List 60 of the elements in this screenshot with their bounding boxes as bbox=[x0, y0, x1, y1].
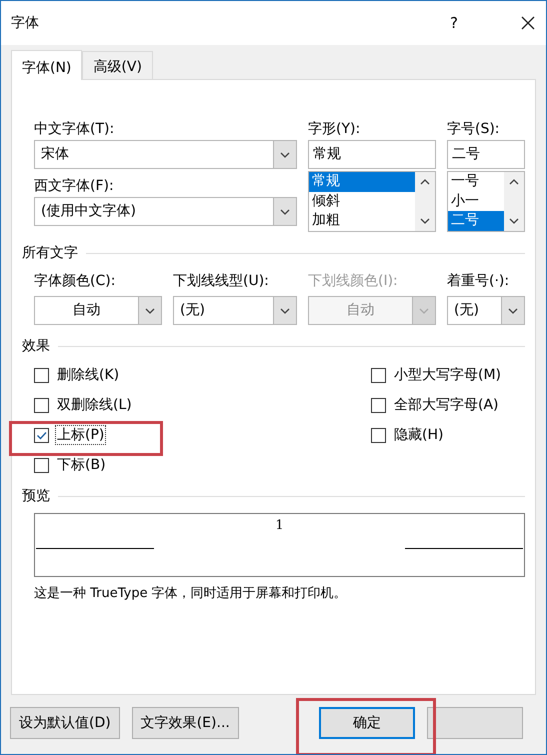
preview-sample: 1 bbox=[275, 518, 284, 533]
field-label: 西文字体(F): bbox=[34, 177, 115, 196]
chevron-up-icon bbox=[420, 178, 430, 186]
chevron-up-icon bbox=[509, 178, 519, 186]
section-title: 效果 bbox=[22, 337, 50, 355]
chevron-down-icon bbox=[420, 217, 430, 225]
font-description: 这是一种 TrueType 字体，同时适用于屏幕和打印机。 bbox=[34, 585, 348, 602]
checkbox[interactable] bbox=[34, 458, 49, 472]
chevron-down-icon bbox=[509, 217, 519, 225]
field-label: 字体颜色(C): bbox=[34, 272, 116, 291]
chevron-down-icon bbox=[508, 306, 518, 314]
checkbox[interactable] bbox=[371, 428, 386, 442]
list-item[interactable]: 倾斜 bbox=[309, 192, 415, 211]
list-item[interactable]: 小一 bbox=[448, 192, 504, 211]
font-dropdown[interactable]: 宋体 bbox=[34, 140, 297, 169]
list-item[interactable]: 一号 bbox=[448, 172, 504, 192]
checkbox-label[interactable]: 全部大写字母(A) bbox=[392, 395, 501, 415]
checkbox[interactable] bbox=[34, 428, 49, 442]
field-label: 下划线线型(U): bbox=[173, 272, 270, 291]
list-item[interactable]: 常规 bbox=[309, 172, 415, 192]
color-dropdown[interactable]: 自动 bbox=[34, 296, 162, 325]
checkbox-label[interactable]: 删除线(K) bbox=[55, 365, 122, 385]
style-dropdown[interactable]: (无) bbox=[447, 296, 525, 325]
checkbox-label[interactable]: 双删除线(L) bbox=[55, 395, 134, 415]
text-field[interactable]: 常规 bbox=[308, 140, 436, 169]
dialog-button[interactable]: 设为默认值(D) bbox=[10, 707, 120, 739]
close-icon bbox=[520, 15, 536, 31]
tab[interactable]: 字体(N) bbox=[11, 50, 82, 80]
list-item[interactable]: 加粗 bbox=[309, 211, 415, 230]
checkbox-label[interactable]: 隐藏(H) bbox=[392, 425, 446, 445]
checkmark-icon bbox=[36, 430, 47, 440]
dialog-button[interactable] bbox=[426, 707, 523, 739]
section-title: 预览 bbox=[22, 487, 50, 505]
checkbox-label[interactable]: 上标(P) bbox=[55, 425, 106, 445]
style-dropdown[interactable]: (无) bbox=[173, 296, 297, 325]
help-button[interactable]: ? bbox=[450, 14, 470, 32]
text-field[interactable]: 二号 bbox=[447, 140, 525, 169]
chevron-down-icon bbox=[145, 306, 155, 314]
field-label: 中文字体(T): bbox=[34, 120, 116, 139]
field-label: 着重号(·): bbox=[447, 272, 510, 291]
checkbox[interactable] bbox=[371, 368, 386, 382]
window-title: 字体 bbox=[11, 14, 40, 32]
chevron-down-icon bbox=[280, 208, 290, 216]
font-dropdown[interactable]: (使用中文字体) bbox=[34, 197, 297, 226]
checkbox[interactable] bbox=[34, 368, 49, 382]
list-item[interactable]: 二号 bbox=[448, 211, 504, 230]
checkbox[interactable] bbox=[34, 398, 49, 412]
dialog-button[interactable]: 文字效果(E)... bbox=[132, 707, 239, 739]
checkbox-label[interactable]: 小型大写字母(M) bbox=[392, 365, 504, 385]
chevron-down-icon bbox=[280, 306, 290, 314]
checkbox-label[interactable]: 下标(B) bbox=[55, 455, 108, 475]
field-label: 字号(S): bbox=[447, 120, 501, 139]
checkbox[interactable] bbox=[371, 398, 386, 412]
chevron-down-icon bbox=[419, 306, 429, 314]
chevron-down-icon bbox=[280, 150, 290, 158]
field-label: 字形(Y): bbox=[308, 120, 362, 139]
dialog-button[interactable]: 确定 bbox=[318, 707, 415, 739]
section-title: 所有文字 bbox=[22, 244, 78, 262]
tab[interactable]: 高级(V) bbox=[82, 51, 153, 79]
field-label: 下划线颜色(I): bbox=[308, 272, 399, 291]
